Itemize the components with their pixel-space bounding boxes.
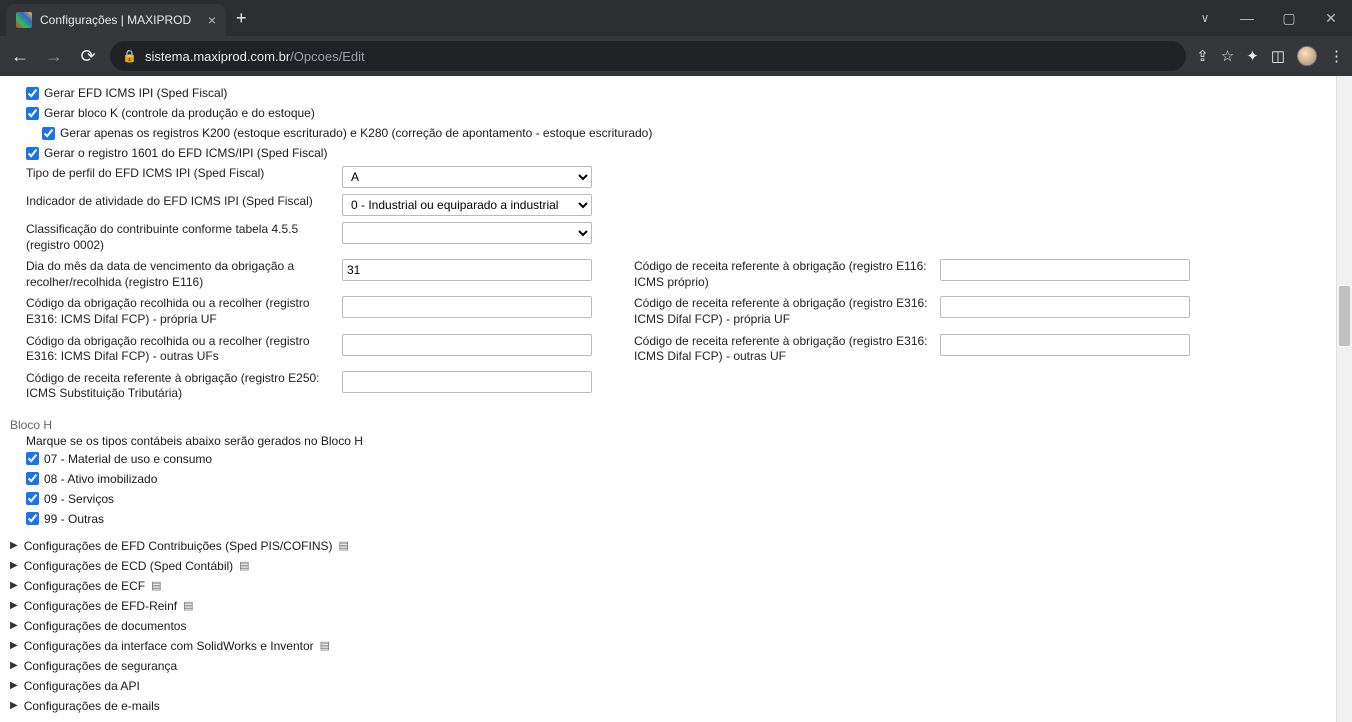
gerar-1601-label: Gerar o registro 1601 do EFD ICMS/IPI (S…	[44, 146, 327, 160]
bloco-h-item-label: 08 - Ativo imobilizado	[44, 472, 157, 486]
bloco-h-item-label: 99 - Outras	[44, 512, 104, 526]
cod-e116-label: Código de receita referente à obrigação …	[634, 259, 934, 290]
maximize-icon[interactable]: ▢	[1268, 10, 1310, 27]
cod-e316-outras-r-input[interactable]	[940, 334, 1190, 356]
cod-e316-propria-input[interactable]	[342, 296, 592, 318]
bloco-h-item-checkbox[interactable]	[26, 512, 39, 525]
tipo-perfil-select[interactable]: A	[342, 166, 592, 188]
menu-icon[interactable]: ⋮	[1329, 47, 1344, 65]
collapsed-section-label: Configurações da API	[24, 679, 140, 693]
collapsed-section[interactable]: ▶ Configurações da interface com SolidWo…	[10, 636, 1326, 656]
caret-right-icon: ▶	[10, 700, 18, 711]
caret-right-icon: ▶	[10, 580, 18, 591]
cod-e316-outras-r-label: Código de receita referente à obrigação …	[634, 334, 934, 365]
bloco-h-item-checkbox[interactable]	[26, 452, 39, 465]
close-tab-icon[interactable]: ×	[208, 12, 216, 28]
forward-icon[interactable]: →	[42, 46, 66, 67]
star-icon[interactable]: ☆	[1221, 47, 1234, 65]
extensions-icon[interactable]: ✦	[1246, 47, 1259, 65]
browser-tab[interactable]: Configurações | MAXIPROD ×	[6, 4, 226, 36]
gerar-efd-checkbox[interactable]	[26, 87, 39, 100]
gerar-1601-checkbox[interactable]	[26, 147, 39, 160]
address-bar[interactable]: 🔒 sistema.maxiprod.com.br/Opcoes/Edit	[110, 41, 1186, 71]
doc-icon: ▤	[151, 579, 161, 592]
tipo-perfil-label: Tipo de perfil do EFD ICMS IPI (Sped Fis…	[26, 166, 336, 182]
caret-right-icon: ▶	[10, 680, 18, 691]
scrollbar-thumb[interactable]	[1339, 286, 1350, 346]
collapsed-section[interactable]: ▶ Configurações de e-mails	[10, 696, 1326, 716]
collapsed-section[interactable]: ▶ Configurações de EFD Contribuições (Sp…	[10, 536, 1326, 556]
doc-icon: ▤	[320, 639, 330, 652]
cod-e250-input[interactable]	[342, 371, 592, 393]
share-icon[interactable]: ⇪	[1196, 47, 1209, 65]
collapsed-section-label: Configurações de EFD Contribuições (Sped…	[24, 539, 333, 553]
caret-right-icon: ▶	[10, 560, 18, 571]
cod-e316-propria-r-input[interactable]	[940, 296, 1190, 318]
gerar-bloco-k-label: Gerar bloco K (controle da produção e do…	[44, 106, 315, 120]
collapsed-section[interactable]: ▶ Configurações de segurança	[10, 656, 1326, 676]
window-controls: ∨ — ▢ ✕	[1184, 0, 1352, 36]
indicador-select[interactable]: 0 - Industrial ou equiparado a industria…	[342, 194, 592, 216]
collapsed-section[interactable]: ▶ Configurações da API	[10, 676, 1326, 696]
avatar[interactable]	[1297, 46, 1317, 66]
dia-venc-label: Dia do mês da data de vencimento da obri…	[26, 259, 336, 290]
collapsed-section[interactable]: ▶ Configurações de ECF ▤	[10, 576, 1326, 596]
collapsed-section[interactable]: ▶ Configurações de EFD-Reinf ▤	[10, 596, 1326, 616]
indicador-label: Indicador de atividade do EFD ICMS IPI (…	[26, 194, 336, 210]
chevron-down-icon[interactable]: ∨	[1184, 11, 1226, 25]
minimize-icon[interactable]: —	[1226, 10, 1268, 26]
gerar-k200-label: Gerar apenas os registros K200 (estoque …	[60, 126, 652, 140]
new-tab-button[interactable]: +	[226, 0, 257, 36]
gerar-bloco-k-checkbox[interactable]	[26, 107, 39, 120]
url-host: sistema.maxiprod.com.br	[145, 49, 290, 64]
scrollbar[interactable]	[1336, 76, 1352, 722]
doc-icon: ▤	[183, 599, 193, 612]
reload-icon[interactable]: ⟳	[76, 46, 100, 67]
window-titlebar: Configurações | MAXIPROD × + ∨ — ▢ ✕	[0, 0, 1352, 36]
gerar-k200-checkbox[interactable]	[42, 127, 55, 140]
caret-right-icon: ▶	[10, 640, 18, 651]
cod-e116-input[interactable]	[940, 259, 1190, 281]
classificacao-label: Classificação do contribuinte conforme t…	[26, 222, 336, 253]
url-path: /Opcoes/Edit	[290, 49, 364, 64]
caret-right-icon: ▶	[10, 620, 18, 631]
bloco-h-subtitle: Marque se os tipos contábeis abaixo serã…	[26, 434, 1326, 448]
collapsed-section-label: Configurações de e-mails	[24, 699, 160, 713]
bloco-h-title: Bloco H	[10, 418, 1326, 432]
cod-e316-propria-label: Código da obrigação recolhida ou a recol…	[26, 296, 336, 327]
close-window-icon[interactable]: ✕	[1310, 10, 1352, 27]
browser-toolbar: ← → ⟳ 🔒 sistema.maxiprod.com.br/Opcoes/E…	[0, 36, 1352, 76]
caret-right-icon: ▶	[10, 600, 18, 611]
cod-e250-label: Código de receita referente à obrigação …	[26, 371, 336, 402]
lock-icon: 🔒	[122, 49, 137, 63]
collapsed-section-label: Configurações de documentos	[24, 619, 187, 633]
reading-list-icon[interactable]: ◫	[1271, 47, 1285, 65]
gerar-efd-label: Gerar EFD ICMS IPI (Sped Fiscal)	[44, 86, 227, 100]
back-icon[interactable]: ←	[8, 46, 32, 67]
collapsed-section-label: Configurações de ECF	[24, 579, 145, 593]
favicon-icon	[16, 12, 32, 28]
classificacao-select[interactable]	[342, 222, 592, 244]
collapsed-section-label: Configurações de segurança	[24, 659, 177, 673]
bloco-h-item-label: 07 - Material de uso e consumo	[44, 452, 212, 466]
collapsed-section[interactable]: ▶ Configurações de documentos	[10, 616, 1326, 636]
cod-e316-propria-r-label: Código de receita referente à obrigação …	[634, 296, 934, 327]
tab-title: Configurações | MAXIPROD	[40, 13, 200, 27]
collapsed-section-label: Configurações de EFD-Reinf	[24, 599, 177, 613]
cod-e316-outras-label: Código da obrigação recolhida ou a recol…	[26, 334, 336, 365]
doc-icon: ▤	[239, 559, 249, 572]
dia-venc-input[interactable]	[342, 259, 592, 281]
page-content: Gerar EFD ICMS IPI (Sped Fiscal) Gerar b…	[0, 76, 1336, 722]
bloco-h-item-label: 09 - Serviços	[44, 492, 114, 506]
caret-right-icon: ▶	[10, 540, 18, 551]
doc-icon: ▤	[339, 539, 349, 552]
collapsed-section-label: Configurações da interface com SolidWork…	[24, 639, 314, 653]
cod-e316-outras-input[interactable]	[342, 334, 592, 356]
collapsed-section-label: Configurações de ECD (Sped Contábil)	[24, 559, 233, 573]
collapsed-section[interactable]: ▶ Configurações de ECD (Sped Contábil) ▤	[10, 556, 1326, 576]
caret-right-icon: ▶	[10, 660, 18, 671]
bloco-h-item-checkbox[interactable]	[26, 492, 39, 505]
bloco-h-item-checkbox[interactable]	[26, 472, 39, 485]
